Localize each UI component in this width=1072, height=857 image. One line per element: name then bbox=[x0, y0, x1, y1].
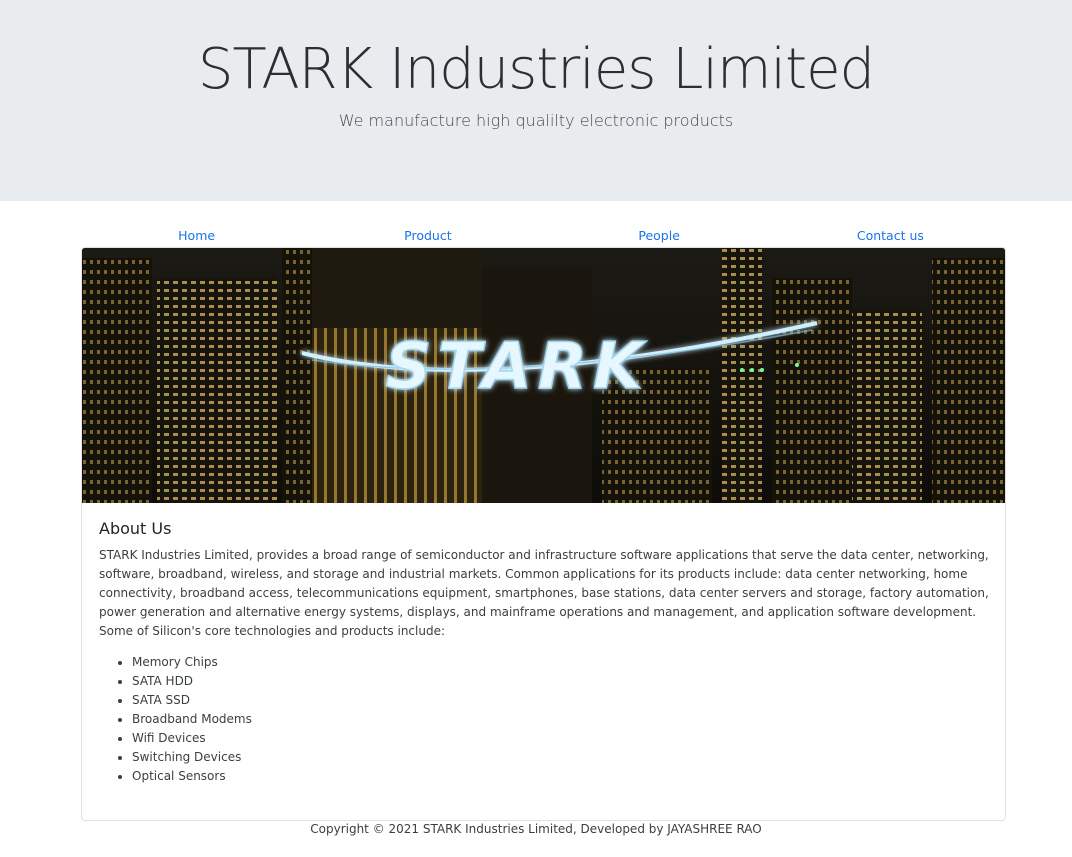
list-item: Optical Sensors bbox=[132, 767, 989, 786]
banner-logo-text: STARK bbox=[385, 330, 648, 404]
product-list: Memory Chips SATA HDD SATA SSD Broadband… bbox=[99, 653, 989, 786]
about-title: About Us bbox=[99, 519, 172, 538]
site-tagline: We manufacture high qualilty electronic … bbox=[338, 111, 734, 130]
about-section: About Us STARK Industries Limited, provi… bbox=[99, 519, 989, 786]
nav-link-contact[interactable]: Contact us bbox=[775, 228, 1006, 246]
banner-image: STARK bbox=[82, 248, 1005, 503]
footer-copyright: Copyright © 2021 STARK Industries Limite… bbox=[310, 822, 762, 836]
list-item: Memory Chips bbox=[132, 653, 989, 672]
city-skyline-image: STARK bbox=[82, 248, 1005, 503]
nav-link-product[interactable]: Product bbox=[312, 228, 543, 246]
main-nav: Home Product People Contact us bbox=[81, 228, 1006, 246]
list-item: SATA SSD bbox=[132, 691, 989, 710]
content-card: STARK About Us STARK Industries Limited,… bbox=[81, 247, 1006, 821]
list-item: SATA HDD bbox=[132, 672, 989, 691]
site-title: STARK Industries Limited bbox=[197, 37, 875, 102]
list-item: Wifi Devices bbox=[132, 729, 989, 748]
header-jumbotron: STARK Industries Limited We manufacture … bbox=[0, 0, 1072, 201]
nav-link-home[interactable]: Home bbox=[81, 228, 312, 246]
about-text: STARK Industries Limited, provides a bro… bbox=[99, 548, 989, 638]
list-item: Switching Devices bbox=[132, 748, 989, 767]
list-item: Broadband Modems bbox=[132, 710, 989, 729]
nav-link-people[interactable]: People bbox=[544, 228, 775, 246]
